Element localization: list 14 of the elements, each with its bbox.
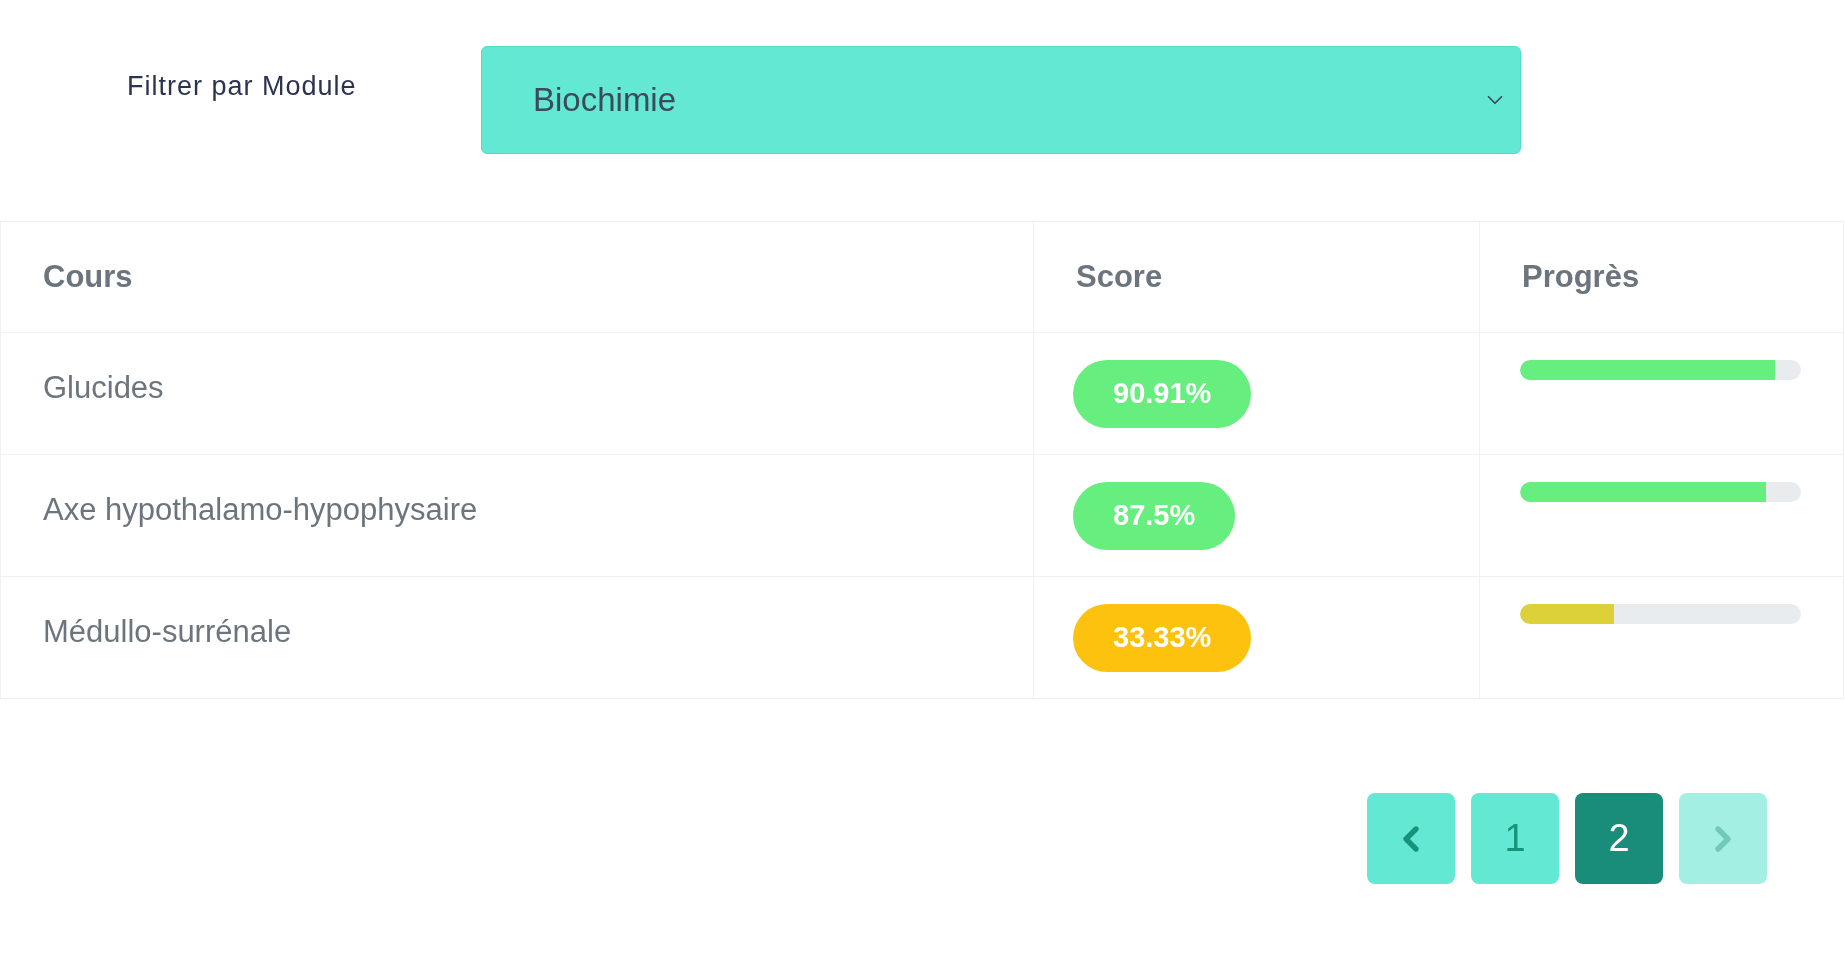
score-badge: 87.5% <box>1073 482 1236 550</box>
score-badge: 90.91% <box>1073 360 1252 428</box>
column-header: Progrès <box>1479 221 1844 333</box>
column-header: Score <box>1033 221 1480 333</box>
page-button[interactable]: 1 <box>1471 793 1559 884</box>
course-name: Axe hypothalamo-hypophysaire <box>43 492 478 527</box>
module-select[interactable]: Biochimie <box>481 46 1521 154</box>
score-badge: 33.33% <box>1073 604 1252 672</box>
previous-page-button[interactable] <box>1367 793 1455 884</box>
column-header: Cours <box>0 221 1034 333</box>
filter-label: Filtrer par Module <box>127 70 358 102</box>
course-name: Glucides <box>43 370 164 405</box>
course-name: Médullo-surrénale <box>43 614 292 649</box>
page-button[interactable]: 2 <box>1575 793 1663 884</box>
